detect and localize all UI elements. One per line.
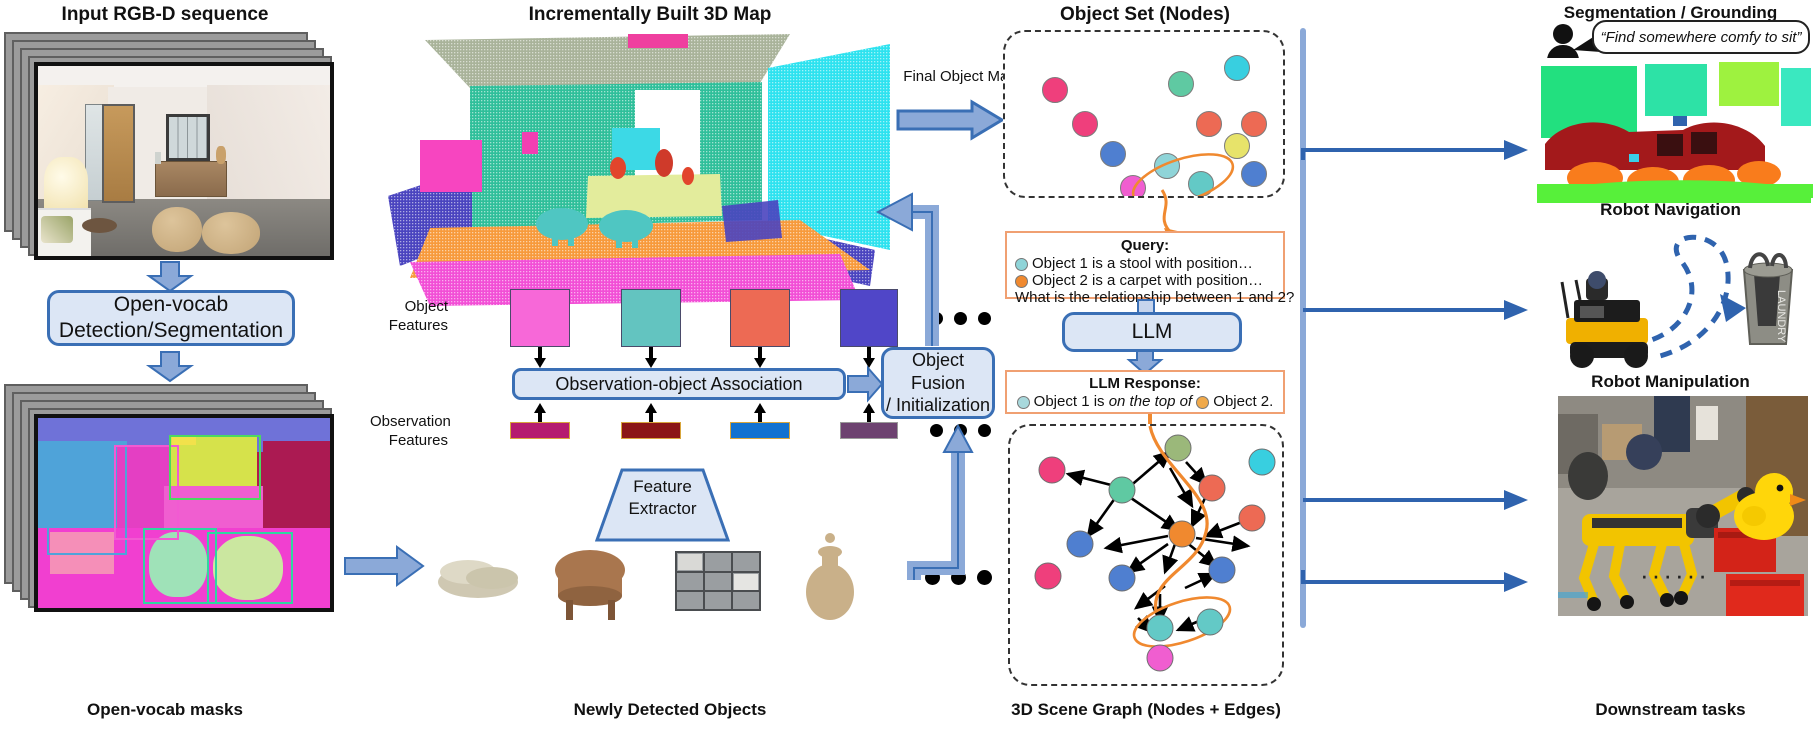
observation-feature-chip-2 <box>621 422 681 439</box>
open-vocab-line1: Open-vocab <box>113 292 229 316</box>
rgbd-frame-image <box>34 62 334 260</box>
query-line-2: Object 2 is a carpet with position… <box>1015 272 1275 289</box>
arrow-obsfeat-up-3 <box>753 402 767 424</box>
observation-feature-chip-1 <box>510 422 570 439</box>
open-vocab-line2: Detection/Segmentation <box>58 319 284 342</box>
arrow-objfeat-down-1 <box>533 347 547 369</box>
query-panel: Query: Object 1 is a stool with position… <box>1005 231 1294 306</box>
arrow-objfeat-down-2 <box>644 347 658 369</box>
robot-navigation-image: LAUNDRY <box>1540 222 1810 370</box>
arrow-obsfeat-up-4 <box>862 402 876 424</box>
detection-bbox <box>169 435 261 500</box>
llm-response-panel: LLM Response: Object 1 is on the top of … <box>1005 370 1285 414</box>
arrow-objfeat-down-4 <box>862 347 876 369</box>
newly-detected-objects-row <box>430 520 900 630</box>
arrow-obsfeat-up-2 <box>644 402 658 424</box>
arrow-to-navigation <box>1300 290 1535 330</box>
open-vocab-detection-box[interactable]: Open-vocab Detection/Segmentation <box>47 290 295 346</box>
caption-newly-detected: Newly Detected Objects <box>573 700 767 719</box>
arrow-to-more-tasks <box>1300 560 1535 600</box>
object-feature-chip-2 <box>621 289 681 347</box>
object-fusion-line2: / Initialization <box>885 395 991 416</box>
title-robot-navigation: Robot Navigation <box>1600 200 1741 219</box>
point-cloud-3d-map <box>370 28 910 308</box>
query-line-1: Object 1 is a stool with position… <box>1015 255 1275 272</box>
arrow-association-to-fusion <box>847 365 884 403</box>
feature-extractor-line1: Feature <box>633 477 692 496</box>
observation-features-label: Observation Features <box>370 413 451 451</box>
openvocab-masks-photo-stack <box>4 384 334 614</box>
svg-text:LAUNDRY: LAUNDRY <box>1775 290 1787 343</box>
detection-bbox <box>143 528 218 605</box>
response-relation-emphasis: on the top of <box>1108 393 1193 410</box>
response-bullet-object2 <box>1196 395 1210 409</box>
input-rgbd-photo-stack <box>4 32 334 262</box>
object-set-panel <box>1003 30 1285 198</box>
llm-response-title: LLM Response: <box>1089 375 1201 392</box>
segmentation-result-image <box>1533 58 1815 203</box>
observation-features-line2: Features <box>388 431 448 449</box>
object-feature-chip-3 <box>730 289 790 347</box>
masked-frame-image <box>34 414 334 612</box>
object-feature-chip-1 <box>510 289 570 347</box>
detection-bbox <box>207 532 294 605</box>
object-features-label: Object Features <box>378 298 448 336</box>
observation-object-association-box[interactable]: Observation-object Association <box>512 368 846 400</box>
llm-box[interactable]: LLM <box>1062 312 1242 352</box>
object-features-line2: Features <box>388 316 448 334</box>
person-icon <box>1553 24 1573 44</box>
arrow-masks-to-detected <box>344 545 425 589</box>
downstream-more-ellipsis: ······ <box>1640 560 1710 590</box>
llm-response-line: Object 1 is on the top of Object 2. <box>1015 393 1275 410</box>
object-fusion-line1: Object Fusion <box>910 350 966 393</box>
title-robot-manipulation: Robot Manipulation <box>1591 372 1750 391</box>
arrow-fusion-to-map <box>870 150 1000 350</box>
arrow-to-manipulation <box>1300 480 1535 520</box>
arrow-openvocab-to-masks <box>145 351 195 383</box>
observation-features-line1: Observation <box>370 413 451 430</box>
arrow-obsfeat-up-1 <box>533 402 547 424</box>
query-title: Query: <box>1120 237 1170 254</box>
caption-scene-graph: 3D Scene Graph (Nodes + Edges) <box>1011 700 1281 719</box>
arrow-input-to-openvocab <box>145 261 195 293</box>
speech-bubble: “Find somewhere comfy to sit” <box>1592 20 1810 54</box>
arrow-to-segmentation <box>1300 130 1535 170</box>
feature-extractor-line2: Extractor <box>628 499 697 519</box>
arrow-map-to-objectset <box>896 99 1005 141</box>
title-3d-map: Incrementally Built 3D Map <box>528 4 772 25</box>
caption-openvocab-masks: Open-vocab masks <box>87 700 243 719</box>
query-bullet-object1 <box>1015 257 1028 271</box>
caption-downstream-tasks: Downstream tasks <box>1595 700 1746 719</box>
scene-graph-panel <box>1008 424 1284 686</box>
object-fusion-initialization-box[interactable]: Object Fusion / Initialization <box>881 347 995 419</box>
response-bullet-object1 <box>1016 395 1030 409</box>
arrow-objfeat-down-3 <box>753 347 767 369</box>
title-input-rgbd: Input RGB-D sequence <box>61 4 269 25</box>
query-bullet-object2 <box>1015 274 1028 288</box>
arrow-detected-to-fusion <box>900 418 990 583</box>
observation-feature-chip-4 <box>840 422 898 439</box>
observation-feature-chip-3 <box>730 422 790 439</box>
title-object-set: Object Set (Nodes) <box>1060 4 1230 25</box>
object-features-line1: Object <box>404 298 448 315</box>
